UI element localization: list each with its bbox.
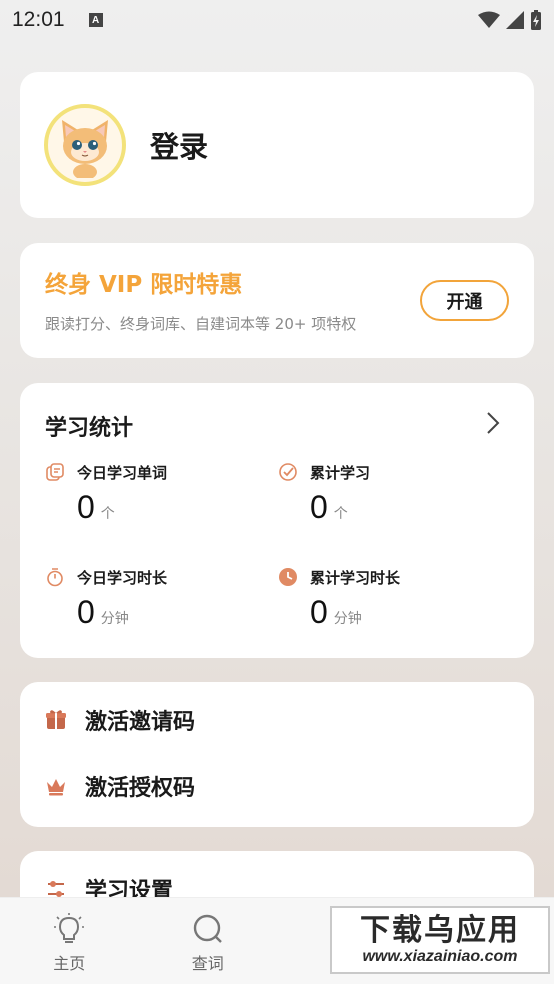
- stat-total-words: 累计学习 0 个: [278, 461, 508, 551]
- stat-label: 累计学习: [310, 463, 371, 482]
- status-time: 12:01: [12, 8, 65, 31]
- chevron-right-icon[interactable]: [486, 411, 500, 435]
- activate-invite-code-item[interactable]: 激活邀请码: [45, 704, 195, 736]
- stat-value: 0: [77, 594, 95, 630]
- stat-unit: 分钟: [100, 611, 129, 627]
- search-icon: [193, 914, 222, 943]
- notification-a-icon: A: [88, 13, 103, 27]
- license-code-label: 激活授权码: [85, 776, 196, 801]
- stopwatch-icon: [47, 568, 63, 587]
- check-circle-icon: [279, 463, 297, 481]
- nav-lookup-label: 查词: [191, 954, 224, 973]
- watermark: 下载乌应用 www.xiazainiao.com: [330, 906, 550, 974]
- activate-license-code-item[interactable]: 激活授权码: [45, 770, 195, 802]
- stat-today-words: 今日学习单词 0 个: [45, 461, 275, 551]
- study-stats-card[interactable]: 学习统计 今日学习单词 0 个 累计学习 0 个 今日学习时长 0 分钟 累计学…: [20, 383, 534, 658]
- battery-icon: [531, 10, 541, 30]
- open-vip-button[interactable]: 开通: [420, 280, 509, 321]
- login-label[interactable]: 登录: [150, 124, 208, 166]
- vip-title: 终身 VIP 限时特惠: [45, 272, 243, 298]
- nav-lookup[interactable]: 查词: [139, 898, 278, 984]
- stat-unit: 个: [100, 506, 115, 522]
- activation-codes-card: 激活邀请码 激活授权码: [20, 682, 534, 827]
- stats-title: 学习统计: [45, 416, 134, 441]
- lightbulb-icon: [54, 913, 85, 943]
- vip-subtitle: 跟读打分、终身词库、自建词本等 20+ 项特权: [45, 315, 357, 333]
- stat-unit: 分钟: [333, 611, 362, 627]
- stat-today-time: 今日学习时长 0 分钟: [45, 566, 275, 656]
- signal-icon: [506, 11, 524, 29]
- stat-total-time: 累计学习时长 0 分钟: [278, 566, 508, 656]
- watermark-url: www.xiazainiao.com: [362, 948, 518, 965]
- stat-label: 累计学习时长: [310, 568, 401, 587]
- cat-avatar-icon: [62, 120, 108, 178]
- status-icons: [478, 10, 542, 30]
- watermark-title: 下载乌应用: [360, 913, 520, 948]
- crown-icon: [47, 779, 65, 796]
- login-card[interactable]: 登录: [20, 72, 534, 218]
- vip-promo-card[interactable]: 终身 VIP 限时特惠 跟读打分、终身词库、自建词本等 20+ 项特权 开通: [20, 243, 534, 358]
- cards-icon: [46, 463, 64, 481]
- clock-icon: [279, 568, 297, 586]
- stat-value: 0: [310, 594, 328, 630]
- stat-value: 0: [77, 489, 95, 525]
- nav-home[interactable]: 主页: [0, 898, 139, 984]
- gift-box-icon: [46, 710, 66, 729]
- invite-code-label: 激活邀请码: [85, 710, 196, 735]
- status-bar: 12:01 A: [0, 0, 554, 40]
- stat-unit: 个: [333, 506, 348, 522]
- wifi-icon: [478, 11, 500, 28]
- avatar[interactable]: [44, 104, 126, 186]
- stat-label: 今日学习时长: [77, 568, 168, 587]
- stat-label: 今日学习单词: [77, 463, 168, 482]
- nav-home-label: 主页: [53, 954, 86, 973]
- stat-value: 0: [310, 489, 328, 525]
